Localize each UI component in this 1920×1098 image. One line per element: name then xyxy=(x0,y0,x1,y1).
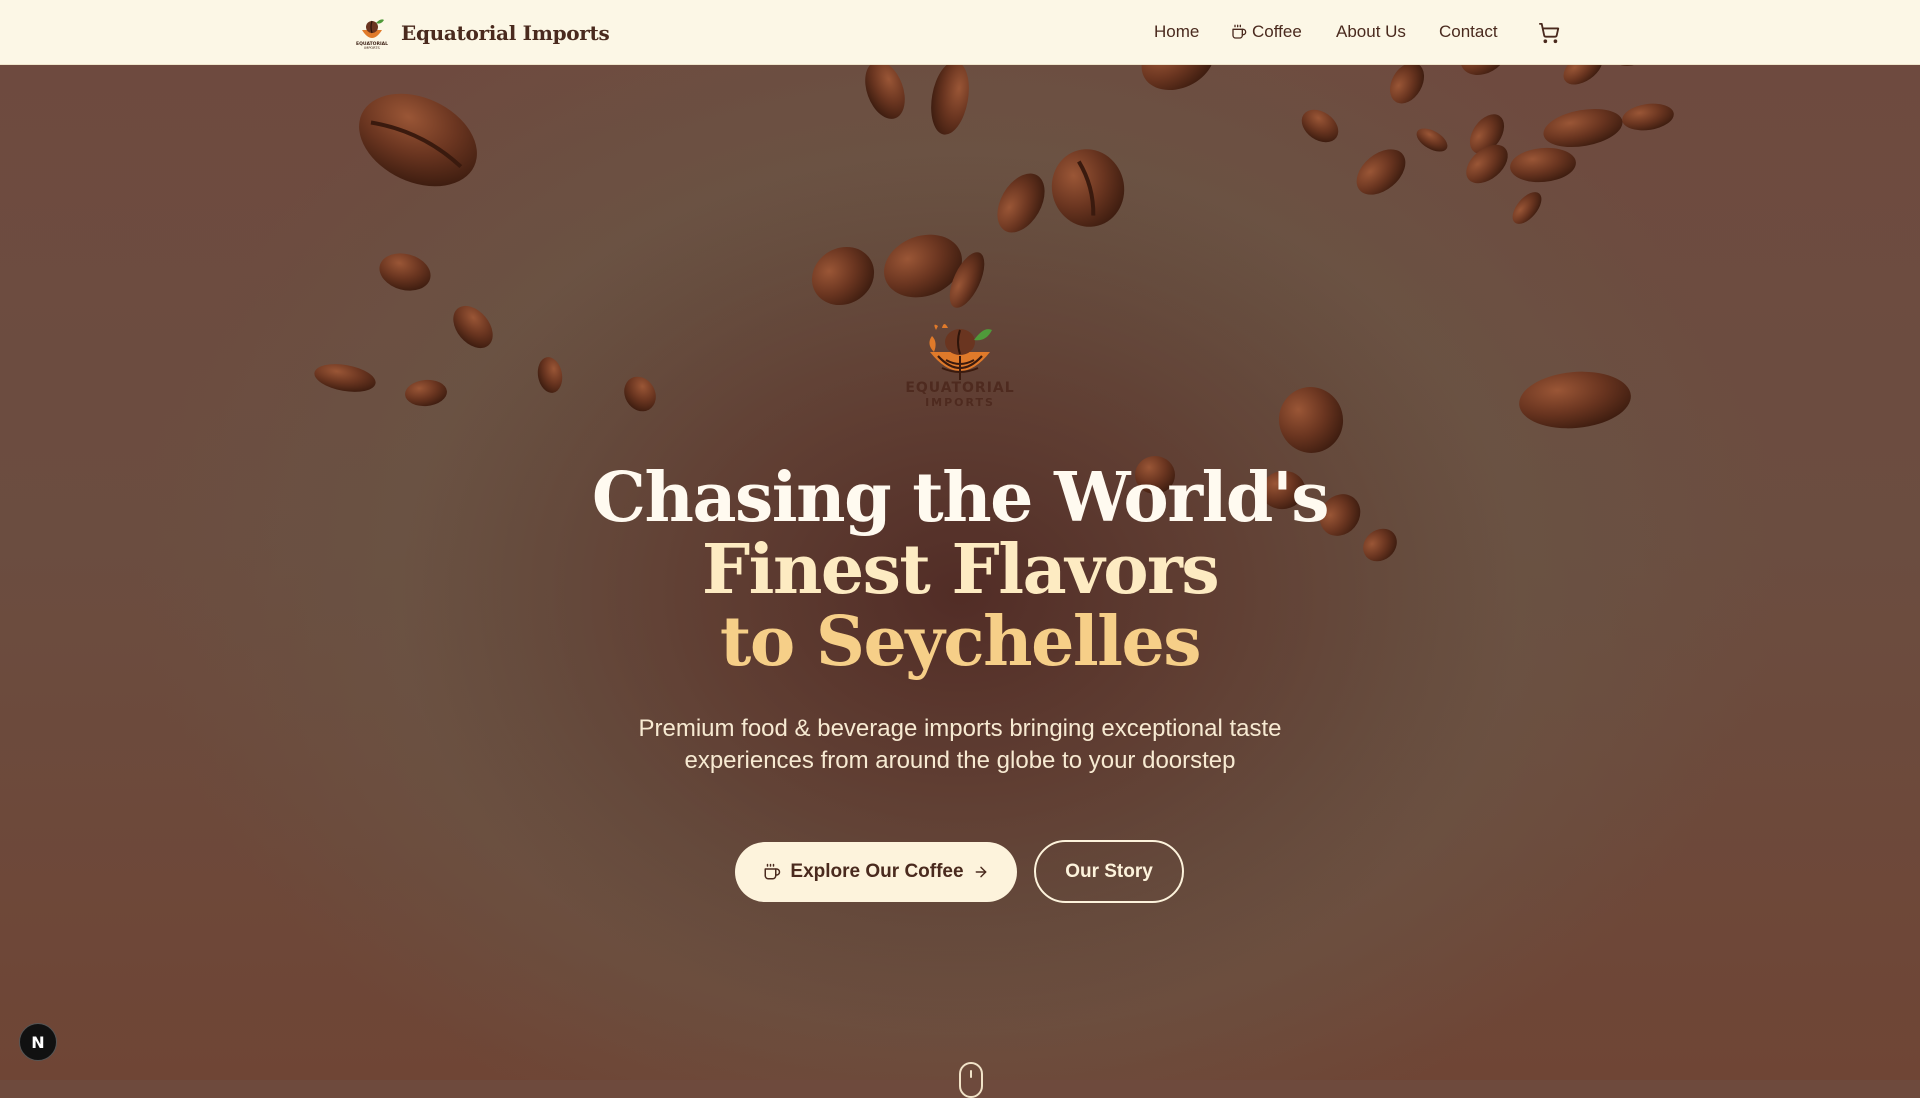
mouse-scroll-icon[interactable] xyxy=(959,1062,983,1098)
nav-link-label: Home xyxy=(1154,22,1200,41)
our-story-button[interactable]: Our Story xyxy=(1034,840,1184,903)
nav-link-contact[interactable]: Contact xyxy=(1439,22,1498,42)
hero-headline: Chasing the World's Finest Flavors to Se… xyxy=(460,462,1460,678)
headline-line-2: Finest Flavors xyxy=(701,530,1220,610)
shopping-cart-icon[interactable] xyxy=(1538,22,1560,44)
headline-line-1: Chasing the World's xyxy=(591,458,1330,538)
subtext-line-2: experiences from around the globe to you… xyxy=(684,747,1236,774)
nav-link-home[interactable]: Home xyxy=(1154,22,1199,42)
nav-link-about[interactable]: About Us xyxy=(1336,22,1406,42)
svg-text:IMPORTS: IMPORTS xyxy=(364,46,380,50)
nav-link-label: About Us xyxy=(1336,22,1406,41)
equatorial-imports-logo-icon: EQUATORIAL IMPORTS xyxy=(356,19,388,50)
coffee-cup-icon xyxy=(764,863,781,880)
hero-logo-subwordmark: IMPORTS xyxy=(925,396,995,409)
top-navbar: EQUATORIAL IMPORTS Equatorial Imports Ho… xyxy=(0,0,1920,65)
subtext-line-1: Premium food & beverage imports bringing… xyxy=(638,715,1282,742)
nav-link-coffee[interactable]: Coffee xyxy=(1231,22,1302,42)
dev-tools-badge[interactable]: N xyxy=(19,1023,57,1061)
nav-link-label: Coffee xyxy=(1252,22,1302,41)
coffee-cup-icon xyxy=(1232,24,1247,39)
brand-home-link[interactable]: EQUATORIAL IMPORTS Equatorial Imports xyxy=(355,15,610,51)
hero-subtext: Premium food & beverage imports bringing… xyxy=(560,713,1360,777)
headline-line-3: to Seychelles xyxy=(719,602,1202,682)
brand-name: Equatorial Imports xyxy=(401,21,610,45)
explore-coffee-label: Explore Our Coffee xyxy=(790,861,964,882)
nav-link-label: Contact xyxy=(1439,22,1498,41)
arrow-right-icon xyxy=(975,866,986,878)
hero-logo-wordmark: EQUATORIAL xyxy=(905,380,1015,396)
explore-coffee-button[interactable]: Explore Our Coffee xyxy=(735,842,1017,902)
